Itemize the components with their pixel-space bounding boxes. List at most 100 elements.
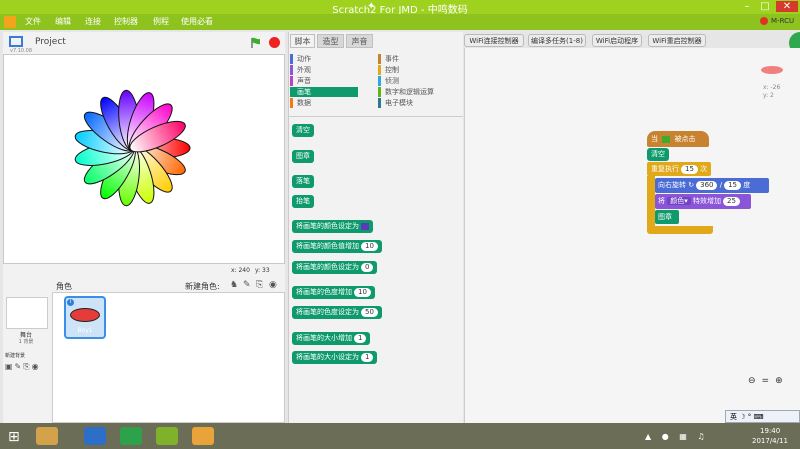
repeat-unit: 次: [700, 165, 708, 173]
stage-canvas[interactable]: [3, 54, 285, 264]
sprites-header: 角色: [56, 282, 72, 291]
wifi-restart-button[interactable]: WiFi重启控制器: [648, 34, 706, 47]
stop-icon[interactable]: [269, 37, 280, 48]
menu-edit[interactable]: 编辑: [55, 16, 71, 27]
sprite-ellipse-thumb: [70, 308, 100, 322]
block-pen-up[interactable]: 抬笔: [292, 195, 314, 208]
menu-examples[interactable]: 例程: [153, 16, 169, 27]
category-7[interactable]: 数字和逻辑运算: [378, 87, 446, 97]
block-change-shade[interactable]: 将画笔的色度增加 10: [292, 286, 375, 299]
sprite-x: x: -26: [763, 84, 781, 91]
turn-b[interactable]: 15: [724, 180, 741, 190]
block-input[interactable]: 50: [361, 307, 378, 317]
block-input[interactable]: 10: [354, 287, 371, 297]
sprite-tile-boy1[interactable]: i Boy1: [64, 296, 106, 339]
info-icon[interactable]: i: [67, 299, 74, 306]
block-set-color-val[interactable]: 将画笔的颜色设定为 0: [292, 261, 378, 274]
taskbar-scratch-icon[interactable]: [192, 427, 214, 445]
menu-connect[interactable]: 连接: [85, 16, 101, 27]
compile-button[interactable]: 编译多任务(1-8): [528, 34, 586, 47]
script-change-effect[interactable]: 将 颜色▾ 特效增加 25: [655, 194, 751, 209]
new-backdrop-icons[interactable]: ▣✎⎘◉: [5, 362, 41, 372]
paint-sprite-icon[interactable]: ✎: [243, 280, 251, 290]
block-input[interactable]: 1: [354, 333, 367, 343]
tab-scripts[interactable]: 脚本: [290, 34, 315, 48]
block-pen-down[interactable]: 落笔: [292, 175, 314, 188]
menu-essentials[interactable]: 使用必看: [181, 16, 213, 27]
category-list: 动作 事件外观 控制声音 侦测画笔 数字和逻辑运算数据 电子模块: [290, 54, 460, 114]
fullscreen-icon[interactable]: ✦: [367, 1, 375, 12]
block-text: 将画笔的大小增加: [296, 334, 352, 342]
taskbar-app-icon[interactable]: [36, 427, 58, 445]
taskbar-app-icon[interactable]: [84, 427, 106, 445]
script-turn-right[interactable]: 向右旋转 ↻ 360 /15 度: [655, 178, 769, 193]
minimize-button[interactable]: –: [740, 1, 754, 12]
script-hat-when-flag[interactable]: 当 被点击: [647, 131, 709, 147]
effect-mid: 特效增加: [692, 197, 721, 205]
zoom-reset-icon[interactable]: =: [762, 376, 776, 386]
connection-status-icon: [760, 17, 768, 25]
zoom-in-icon[interactable]: ⊕: [775, 376, 789, 386]
block-change-size[interactable]: 将画笔的大小增加 1: [292, 332, 371, 345]
category-9[interactable]: 电子模块: [378, 98, 446, 108]
stage-header: v7.10.08 Project: [3, 32, 285, 54]
category-6[interactable]: 画笔: [290, 87, 358, 97]
effect-val[interactable]: 25: [722, 196, 740, 206]
block-stamp[interactable]: 图章: [292, 150, 314, 163]
project-title-field[interactable]: Project: [35, 37, 66, 47]
backdrop-thumbnail[interactable]: [6, 297, 48, 329]
block-input[interactable]: 10: [361, 241, 378, 251]
camera-icon[interactable]: ◉: [269, 280, 277, 290]
clock-time: 19:40: [760, 427, 781, 435]
category-4[interactable]: 声音: [290, 76, 358, 86]
hat-text: 当: [651, 135, 658, 143]
wifi-start-button[interactable]: WiFi启动程序: [592, 34, 642, 47]
repeat-count[interactable]: 15: [681, 164, 698, 174]
effect-dropdown[interactable]: 颜色▾: [667, 197, 691, 205]
block-text: 将画笔的颜色值增加: [296, 242, 359, 250]
turn-a[interactable]: 360: [696, 180, 718, 190]
choose-sprite-icon[interactable]: ♞: [230, 280, 238, 290]
script-clear[interactable]: 清空: [647, 148, 669, 161]
green-flag-icon[interactable]: [250, 37, 261, 48]
category-2[interactable]: 外观: [290, 65, 358, 75]
presentation-mode-icon[interactable]: [9, 36, 23, 47]
block-input[interactable]: 1: [361, 352, 374, 362]
block-set-pen-color[interactable]: 将画笔的颜色设定为: [292, 220, 373, 233]
maximize-button[interactable]: □: [758, 1, 772, 12]
category-8[interactable]: 数据: [290, 98, 358, 108]
effect-name: 颜色: [670, 197, 685, 205]
menu-controller[interactable]: 控制器: [114, 16, 138, 27]
sprite-y: y: 2: [763, 92, 774, 99]
windows-start-icon[interactable]: ⊞: [8, 429, 20, 445]
green-flag-icon: [662, 135, 671, 143]
category-3[interactable]: 控制: [378, 65, 446, 75]
block-change-color[interactable]: 将画笔的颜色值增加 10: [292, 240, 382, 253]
color-swatch[interactable]: [361, 222, 369, 230]
taskbar-app-icon[interactable]: [156, 427, 178, 445]
block-text: 将画笔的色度设定为: [296, 308, 359, 316]
category-0[interactable]: 动作: [290, 54, 358, 64]
category-1[interactable]: 事件: [378, 54, 446, 64]
tab-costumes[interactable]: 造型: [317, 34, 344, 48]
taskbar-app-icon[interactable]: [120, 427, 142, 445]
block-clear[interactable]: 清空: [292, 124, 314, 137]
category-5[interactable]: 侦测: [378, 76, 446, 86]
script-stamp[interactable]: 图章: [655, 210, 679, 224]
zoom-out-icon[interactable]: ⊖: [748, 376, 762, 386]
block-input[interactable]: 0: [361, 262, 374, 272]
block-set-size[interactable]: 将画笔的大小设定为 1: [292, 351, 378, 364]
tab-sounds[interactable]: 声音: [346, 34, 373, 48]
close-button[interactable]: ✕: [776, 1, 798, 12]
ime-toolbar[interactable]: 英 ☽ ° ⌨: [725, 410, 800, 423]
wifi-connect-button[interactable]: WiFi连接控制器: [464, 34, 524, 47]
upload-sprite-icon[interactable]: ⎘: [256, 280, 263, 290]
tray-icons[interactable]: ▲ ● ▦ ♫: [645, 432, 709, 441]
block-text: 将画笔的色度增加: [296, 288, 352, 296]
script-area[interactable]: x: -26 y: 2: [464, 48, 800, 423]
block-set-shade[interactable]: 将画笔的色度设定为 50: [292, 306, 382, 319]
repeat-text: 重复执行: [651, 165, 679, 173]
script-repeat[interactable]: 重复执行 15 次: [647, 162, 711, 176]
turn-unit: 度: [743, 181, 751, 189]
menu-file[interactable]: 文件: [25, 16, 41, 27]
